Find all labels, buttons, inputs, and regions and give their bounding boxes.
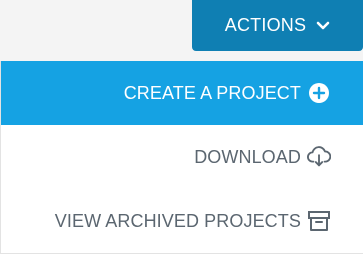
- menu-item-create-project[interactable]: CREATE A PROJECT: [1, 61, 363, 125]
- menu-item-view-archived-projects[interactable]: VIEW ARCHIVED PROJECTS: [1, 189, 363, 253]
- actions-button[interactable]: ACTIONS: [192, 0, 363, 51]
- chevron-down-icon: [316, 19, 330, 33]
- cloud-download-icon: [307, 145, 331, 169]
- archive-box-icon: [307, 209, 331, 233]
- menu-item-download[interactable]: DOWNLOAD: [1, 125, 363, 189]
- actions-menu: CREATE A PROJECT DOWNLOAD VIEW ARCHIVED …: [0, 61, 363, 254]
- actions-dropdown-screen: ACTIONS CREATE A PROJECT DOWNLOAD VIEW A…: [0, 0, 363, 254]
- menu-item-label: VIEW ARCHIVED PROJECTS: [54, 210, 301, 231]
- menu-item-label: CREATE A PROJECT: [123, 82, 301, 103]
- actions-button-label: ACTIONS: [224, 15, 307, 35]
- menu-item-label: DOWNLOAD: [194, 146, 301, 167]
- plus-circle-icon: [307, 81, 331, 105]
